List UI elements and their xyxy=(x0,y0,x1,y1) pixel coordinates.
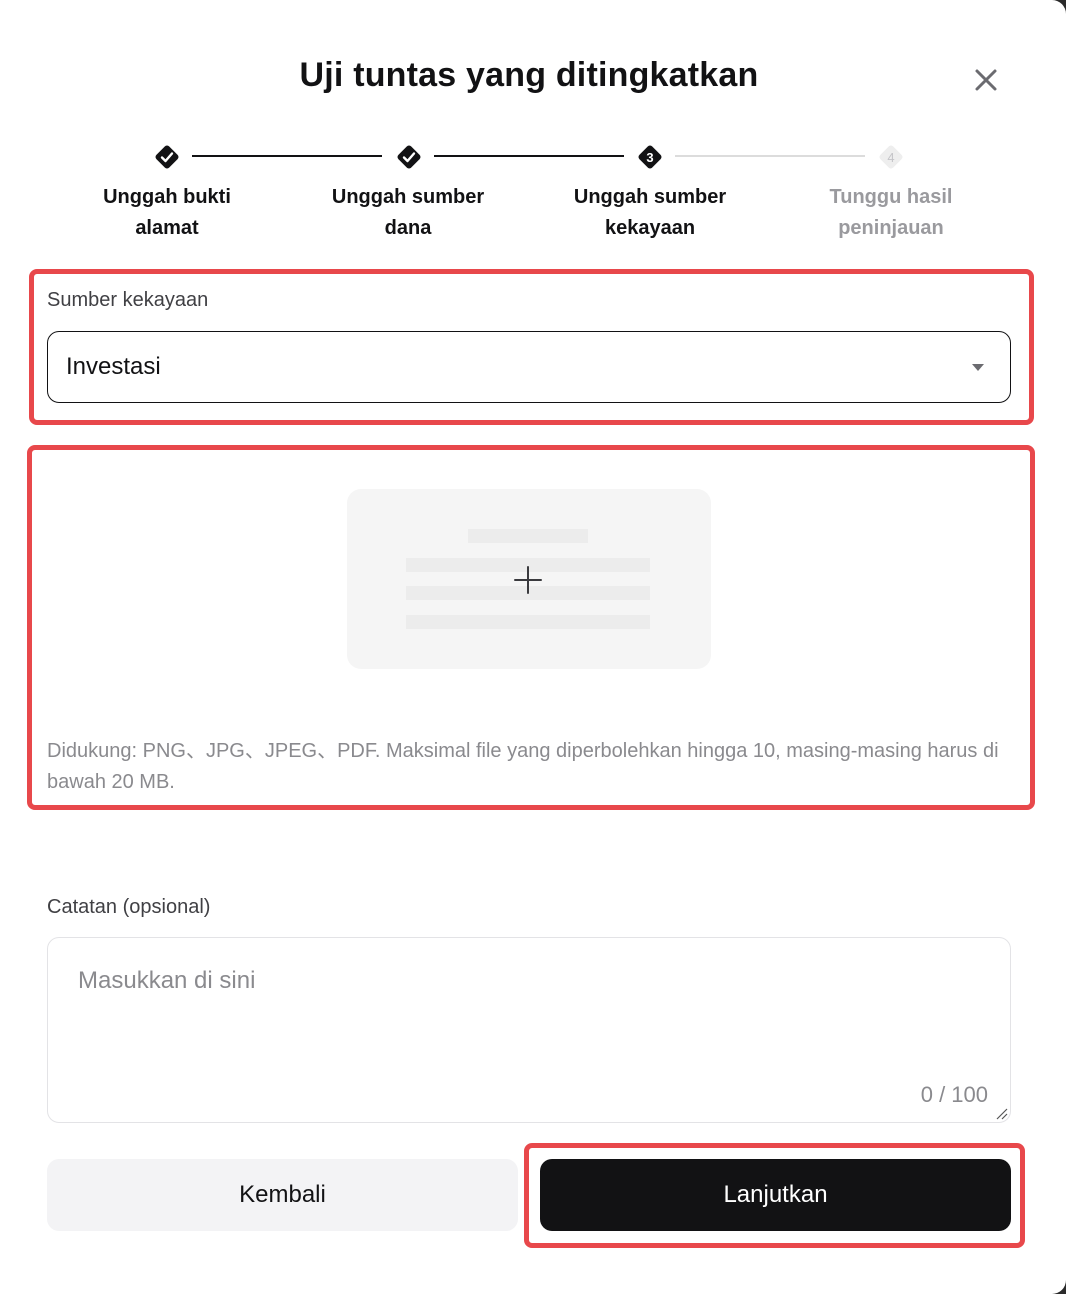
highlight-continue xyxy=(524,1143,1025,1248)
step-connector-3 xyxy=(675,155,865,157)
step-3-current-icon: 3 xyxy=(638,145,662,169)
notes-placeholder: Masukkan di sini xyxy=(78,967,256,994)
dialog-title: Uji tuntas yang ditingkatkan xyxy=(299,56,759,94)
step-connector-1 xyxy=(192,155,382,157)
enhanced-due-diligence-dialog: Uji tuntas yang ditingkatkan 3 4 Unggah … xyxy=(0,0,1066,1294)
step-2-done-icon xyxy=(397,145,421,169)
step-4-pending-icon: 4 xyxy=(879,145,903,169)
step-4-number: 4 xyxy=(887,150,894,165)
step-3-number: 3 xyxy=(646,150,653,165)
step-4-label: Tunggu hasil peninjauan xyxy=(829,186,953,239)
highlight-wealth-source xyxy=(29,269,1034,425)
notes-char-counter: 0 / 100 xyxy=(920,1082,988,1107)
notes-label: Catatan (opsional) xyxy=(47,896,211,918)
step-connector-2 xyxy=(434,155,624,157)
step-2-label: Unggah sumber dana xyxy=(331,186,485,239)
notes-textarea[interactable]: Masukkan di sini 0 / 100 xyxy=(47,937,1011,1123)
step-1-label: Unggah bukti alamat xyxy=(103,186,231,239)
step-3-label: Unggah sumber kekayaan xyxy=(573,186,727,239)
close-icon xyxy=(975,69,997,91)
resize-handle-icon[interactable] xyxy=(994,1106,1008,1120)
step-1-done-icon xyxy=(155,145,179,169)
back-button[interactable]: Kembali xyxy=(47,1159,518,1231)
close-button[interactable] xyxy=(968,62,1004,98)
highlight-upload xyxy=(27,445,1035,810)
